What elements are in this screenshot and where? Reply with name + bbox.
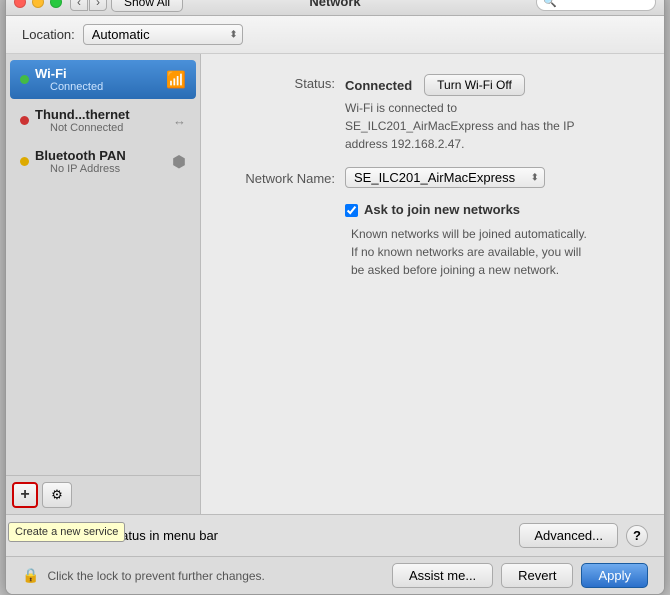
back-button[interactable]: ‹ <box>70 0 88 11</box>
bluetooth-icon: ⬢ <box>172 152 186 172</box>
sidebar: Wi-Fi Connected 📶 Thund...thernet <box>6 54 201 514</box>
search-icon: 🔍 <box>543 0 557 8</box>
assist-me-button[interactable]: Assist me... <box>392 563 493 588</box>
window-title: Network <box>309 0 360 9</box>
lock-text: Click the lock to prevent further change… <box>47 569 264 583</box>
network-name-bluetooth: Bluetooth PAN <box>35 148 126 163</box>
revert-button[interactable]: Revert <box>501 563 573 588</box>
status-label: Status: <box>225 74 335 91</box>
add-service-button[interactable]: + <box>12 482 38 508</box>
location-toolbar: Location: Automatic <box>6 16 664 54</box>
network-name-thunderbolt: Thund...thernet <box>35 107 130 122</box>
location-select-wrapper: Automatic <box>83 24 243 45</box>
status-description: Wi-Fi is connected toSE_ILC201_AirMacExp… <box>345 99 574 153</box>
help-button[interactable]: ? <box>626 525 648 547</box>
ethernet-icon: ↔ <box>173 113 186 128</box>
traffic-lights <box>14 0 62 8</box>
location-label: Location: <box>22 27 75 42</box>
network-select-wrapper: SE_ILC201_AirMacExpress <box>345 167 545 188</box>
status-dot-wifi <box>20 75 29 84</box>
content-area: Wi-Fi Connected 📶 Thund...thernet <box>6 54 664 514</box>
status-row: Status: Connected Turn Wi-Fi Off Wi-Fi i… <box>225 74 640 153</box>
apply-button[interactable]: Apply <box>581 563 648 588</box>
sidebar-item-bluetooth[interactable]: Bluetooth PAN No IP Address ⬢ <box>10 142 196 181</box>
ask-join-label: Ask to join new networks <box>364 202 520 217</box>
maximize-button[interactable] <box>50 0 62 8</box>
location-select[interactable]: Automatic <box>83 24 243 45</box>
network-window: ‹ › Show All Network 🔍 Location: Automat… <box>5 0 665 595</box>
network-status-thunderbolt: Not Connected <box>50 122 130 134</box>
status-value: Connected <box>345 78 412 93</box>
network-name-row: Network Name: SE_ILC201_AirMacExpress <box>225 167 640 188</box>
gear-button[interactable]: ⚙ <box>42 482 72 508</box>
titlebar: ‹ › Show All Network 🔍 <box>6 0 664 16</box>
turn-wifi-off-button[interactable]: Turn Wi-Fi Off <box>424 74 525 96</box>
advanced-button[interactable]: Advanced... <box>519 523 618 548</box>
ask-join-checkbox[interactable] <box>345 204 358 217</box>
action-buttons: Assist me... Revert Apply <box>392 563 648 588</box>
sidebar-bottom: + ⚙ Create a new service <box>6 475 200 514</box>
lock-bar: 🔒 Click the lock to prevent further chan… <box>6 556 664 594</box>
status-dot-bluetooth <box>20 157 29 166</box>
network-status-bluetooth: No IP Address <box>50 163 126 175</box>
network-status-wifi: Connected <box>50 81 103 93</box>
network-name-select[interactable]: SE_ILC201_AirMacExpress <box>345 167 545 188</box>
search-input[interactable] <box>560 0 650 9</box>
bottom-right: Advanced... ? <box>519 523 648 548</box>
forward-button[interactable]: › <box>89 0 107 11</box>
checkbox-description: Known networks will be joined automatica… <box>351 225 640 279</box>
tooltip-create-service: Create a new service <box>8 522 125 542</box>
ask-join-row: Ask to join new networks <box>345 202 640 217</box>
main-panel: Status: Connected Turn Wi-Fi Off Wi-Fi i… <box>201 54 664 514</box>
network-name-label: Network Name: <box>225 169 335 186</box>
nav-buttons: ‹ › <box>70 0 107 11</box>
show-all-button[interactable]: Show All <box>111 0 183 12</box>
minimize-button[interactable] <box>32 0 44 8</box>
sidebar-item-thunderbolt[interactable]: Thund...thernet Not Connected ↔ <box>10 101 196 140</box>
sidebar-item-wifi[interactable]: Wi-Fi Connected 📶 <box>10 60 196 99</box>
status-dot-thunderbolt <box>20 116 29 125</box>
search-box: 🔍 <box>536 0 656 11</box>
close-button[interactable] <box>14 0 26 8</box>
wifi-icon: 📶 <box>166 70 186 90</box>
lock-icon[interactable]: 🔒 <box>22 567 39 584</box>
network-name-wifi: Wi-Fi <box>35 66 103 81</box>
network-list: Wi-Fi Connected 📶 Thund...thernet <box>6 54 200 475</box>
